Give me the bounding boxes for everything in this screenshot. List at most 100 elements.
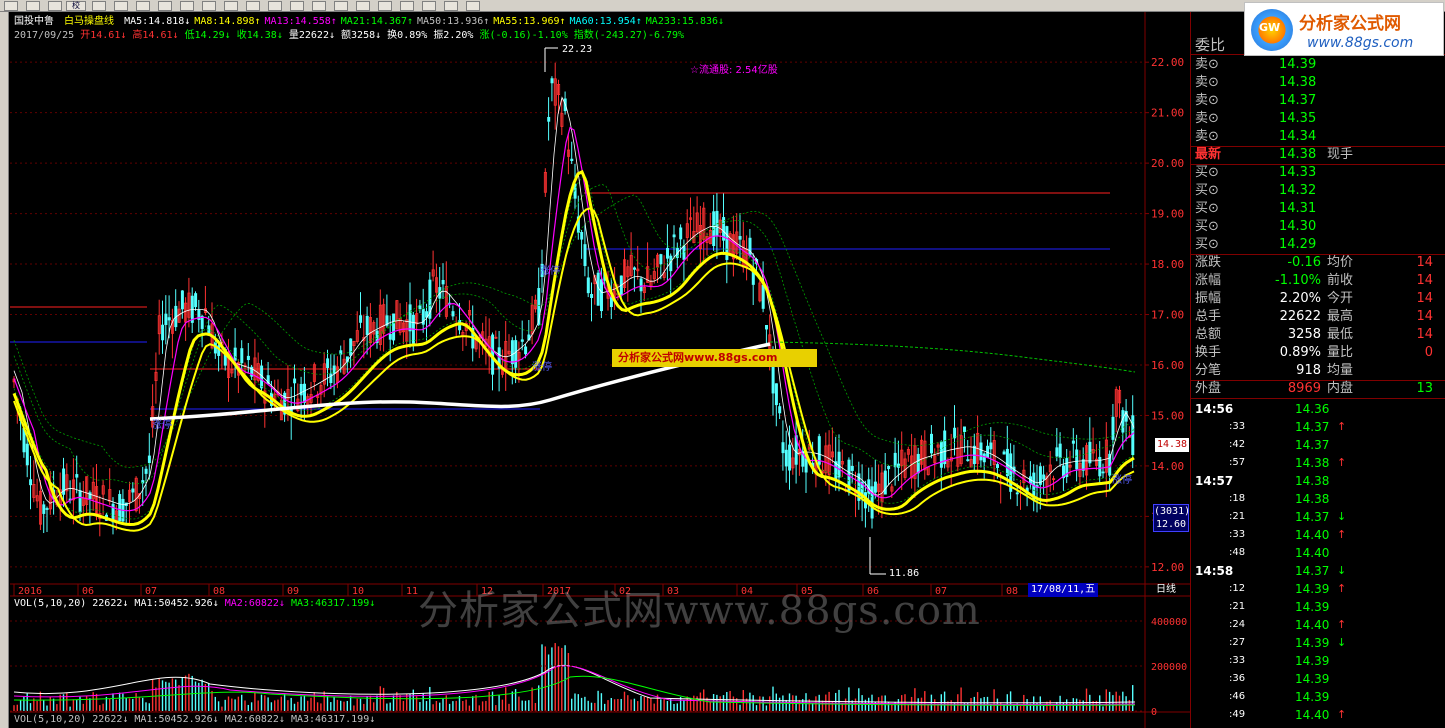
stat-value: 14 <box>1416 255 1433 270</box>
chart-header-row1: 国投中鲁 白马操盘线 MA5:14.818↓ MA8:14.898↑ MA13:14… <box>14 16 724 28</box>
volume-footer: VOL(5,10,20) 22622↓ MA1:50452.926↓ MA2:6… <box>14 714 376 725</box>
down-icon[interactable] <box>400 1 414 11</box>
picture2-icon[interactable] <box>290 1 304 11</box>
ma-value: MA60:13.954↑ <box>569 16 642 27</box>
move-icon[interactable] <box>4 1 18 11</box>
diamond-icon[interactable] <box>180 1 194 11</box>
stat-value: 918 <box>1296 363 1321 378</box>
left-frame-strip <box>0 12 9 728</box>
candle-body <box>29 479 33 486</box>
tick-arrow-icon: ↑ <box>1337 618 1347 631</box>
tick-arrow-icon: ↑ <box>1337 456 1347 469</box>
candle-body <box>943 430 947 465</box>
window-icon[interactable] <box>158 1 172 11</box>
edit-icon[interactable] <box>312 1 326 11</box>
ma-value: MA5:14.818↓ <box>124 16 191 27</box>
stat-value: 14 <box>1416 291 1433 306</box>
stat-label: 均量 <box>1327 363 1354 378</box>
price-tick-label: 12.00 <box>1151 561 1184 574</box>
candle-body <box>712 211 716 246</box>
stat-row: 总手 22622 最高 14 <box>1191 308 1445 326</box>
date-tick-label: 2016 <box>18 586 42 597</box>
grid-icon[interactable] <box>26 1 40 11</box>
table-icon[interactable] <box>224 1 238 11</box>
candle-body <box>659 254 663 265</box>
candle-body <box>131 488 135 493</box>
candle-body <box>883 470 887 495</box>
candle-body <box>246 355 250 361</box>
tick-price: 14.40 <box>1295 546 1330 560</box>
period-label[interactable]: 日线 <box>1156 584 1176 596</box>
candle-body <box>953 427 957 439</box>
kline-chart-svg[interactable]: 22.00 21.00 20.00 19.00 18.00 17.00 16.00 15.00… <box>10 12 1190 728</box>
side-box-line2: 12.60 <box>1155 519 1187 530</box>
date-tick-label: 11 <box>406 586 418 597</box>
inner-value: 13 <box>1416 381 1433 396</box>
tick-row: 14:58 14.37 ↓ <box>1191 562 1445 580</box>
buy-price: 14.29 <box>1279 237 1317 252</box>
picture-icon[interactable] <box>268 1 282 11</box>
candle-body <box>233 347 237 361</box>
chart-icon[interactable] <box>92 1 106 11</box>
zoom-select[interactable]: 校 <box>66 1 86 11</box>
candle-body <box>1005 448 1009 477</box>
bars-icon[interactable] <box>246 1 260 11</box>
volume-label: 量22622↓ <box>288 30 335 41</box>
price-tick-label: 19.00 <box>1151 208 1184 221</box>
candle-body <box>510 340 514 365</box>
sell-label: 卖⊙ <box>1195 93 1219 108</box>
kline-chart-area[interactable]: 22.00 21.00 20.00 19.00 18.00 17.00 16.00 15.00… <box>10 12 1190 728</box>
stat-value: 14 <box>1416 309 1433 324</box>
grid2-icon[interactable] <box>444 1 458 11</box>
stat-row: 振幅 2.20% 今开 14 <box>1191 290 1445 308</box>
stat-label: 换手 <box>1195 345 1222 360</box>
dots-icon[interactable] <box>466 1 480 11</box>
sell-price: 14.38 <box>1279 75 1317 90</box>
stat-value: 14 <box>1416 327 1433 342</box>
candle-body <box>916 453 920 474</box>
candle-body <box>1002 451 1006 455</box>
gear-icon[interactable] <box>202 1 216 11</box>
candle-body <box>666 247 670 259</box>
volume-ma2: MA2:60822↓ <box>224 598 285 609</box>
arrow-icon[interactable] <box>356 1 370 11</box>
outer-label: 外盘 <box>1195 381 1222 396</box>
ruler-icon[interactable] <box>114 1 128 11</box>
ma-value: MA13:14.558↑ <box>264 16 337 27</box>
date-tick-label: 2017 <box>547 586 571 597</box>
date-tick-label: 09 <box>287 586 299 597</box>
tick-arrow-icon: ↓ <box>1337 564 1347 577</box>
date-tick-label: 07 <box>145 586 157 597</box>
candle-body <box>164 313 168 326</box>
tick-price: 14.38 <box>1295 492 1330 506</box>
price-tick-label: 14.00 <box>1151 460 1184 473</box>
candle-body <box>837 451 841 478</box>
tick-price: 14.39 <box>1295 654 1330 668</box>
stat-label: 涨跌 <box>1195 255 1222 270</box>
line-icon[interactable] <box>136 1 150 11</box>
candle-body <box>586 277 590 294</box>
cursor-icon[interactable] <box>48 1 62 11</box>
date-tick-label: 02 <box>619 586 631 597</box>
tick-price: 14.39 <box>1295 600 1330 614</box>
save-icon[interactable] <box>334 1 348 11</box>
up-icon[interactable] <box>378 1 392 11</box>
toolbar: 校 <box>0 0 1445 12</box>
tick-time: :33 <box>1229 529 1246 540</box>
buy-order-row: 买⊙ 14.29 <box>1191 236 1445 254</box>
candle-body <box>982 453 986 463</box>
stat-label: 总手 <box>1195 309 1222 324</box>
stat-value: -1.10% <box>1275 273 1321 288</box>
candle-body <box>930 433 934 454</box>
stat-value: 22622 <box>1279 309 1321 324</box>
candle-body <box>550 78 554 84</box>
candle-body <box>194 293 198 308</box>
candle-body <box>682 245 686 260</box>
circle-icon[interactable] <box>422 1 436 11</box>
tick-time: :12 <box>1229 583 1246 594</box>
candle-body <box>1075 449 1079 470</box>
ma-value: MA50:13.936↑ <box>417 16 490 27</box>
low-label: 低14.29↓ <box>184 30 231 41</box>
tick-row: 14:57 14.38 <box>1191 472 1445 490</box>
tick-price: 14.40 <box>1295 708 1330 722</box>
